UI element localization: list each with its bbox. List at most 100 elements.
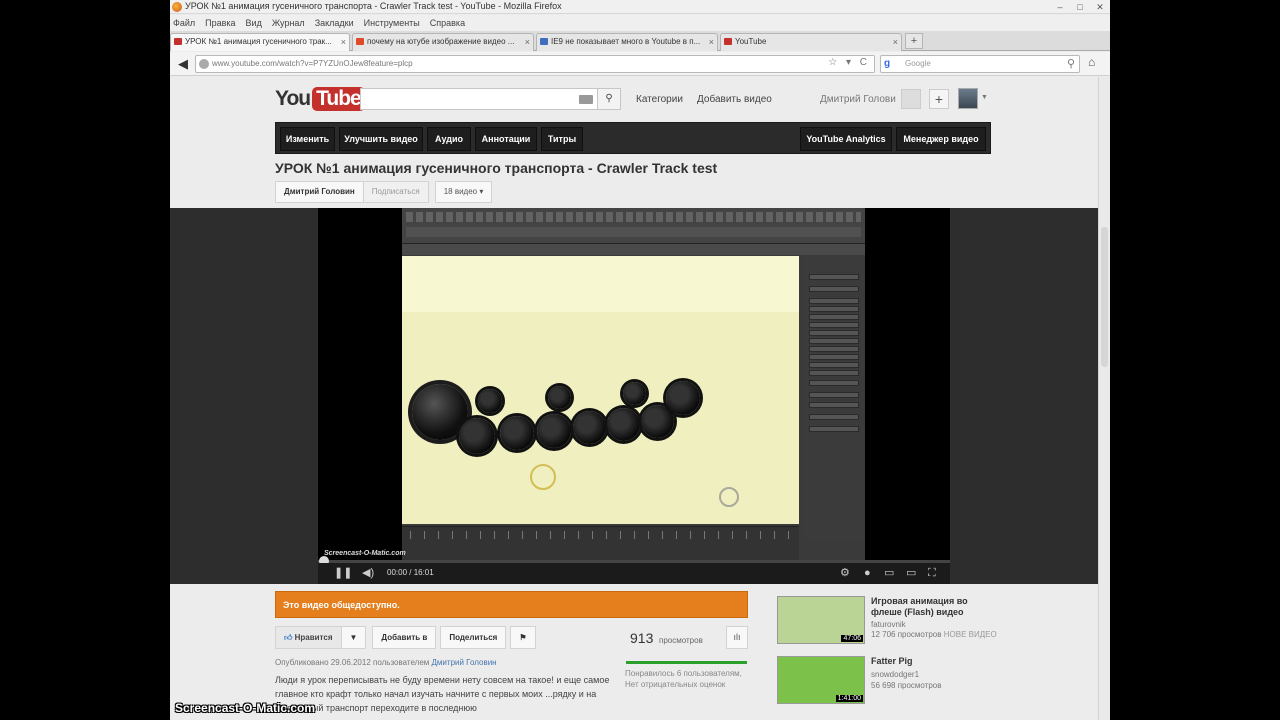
- panel-row: [809, 322, 859, 328]
- video-frame[interactable]: [402, 208, 865, 560]
- upload-video-link[interactable]: Добавить видео: [697, 94, 772, 105]
- user-name[interactable]: Дмитрий Голови: [820, 94, 896, 105]
- menu-edit[interactable]: Правка: [205, 15, 235, 31]
- menu-history[interactable]: Журнал: [272, 15, 305, 31]
- scrollbar-thumb[interactable]: [1101, 227, 1108, 367]
- volume-icon[interactable]: ◀): [362, 566, 374, 580]
- channel-name-button[interactable]: Дмитрий Головин: [275, 181, 364, 203]
- google-icon[interactable]: g: [884, 58, 890, 69]
- site-favicon-icon: [356, 38, 364, 45]
- site-identity-icon[interactable]: [199, 59, 209, 69]
- youtube-search-button[interactable]: ⚲: [597, 88, 621, 110]
- panel-row: [809, 314, 859, 320]
- youtube-search-input[interactable]: [360, 88, 598, 110]
- back-button[interactable]: ◀: [174, 55, 192, 73]
- tab-close-icon[interactable]: ×: [709, 34, 714, 50]
- stats-button[interactable]: ılı: [726, 626, 748, 649]
- small-player-icon[interactable]: ▭: [884, 566, 894, 580]
- analytics-button[interactable]: YouTube Analytics: [800, 127, 892, 151]
- menu-tools[interactable]: Инструменты: [364, 15, 420, 31]
- audio-button[interactable]: Аудио: [427, 127, 471, 151]
- related-video-item[interactable]: 1:41:00 Fatter Pig snowdodger1 56 698 пр…: [775, 656, 995, 708]
- related-thumbnail[interactable]: 47:06: [777, 596, 865, 644]
- panel-row: [809, 392, 859, 398]
- tab-label: YouTube: [735, 37, 767, 46]
- enhance-video-button[interactable]: Улучшить видео: [339, 127, 423, 151]
- categories-link[interactable]: Категории: [636, 94, 683, 105]
- track-wheel: [607, 408, 640, 441]
- video-player[interactable]: Screencast-O-Matic.com ❚❚ ◀) 00:00 / 16:…: [318, 208, 950, 584]
- address-bar[interactable]: www.youtube.com/watch?v=P7YZUnOJew8featu…: [195, 55, 875, 73]
- related-title[interactable]: Fatter Pig: [871, 656, 991, 667]
- roller-wheel: [666, 381, 700, 415]
- tab-search-question[interactable]: почему на ютубе изображение видео ... ×: [352, 33, 534, 51]
- minimize-button[interactable]: –: [1050, 0, 1070, 14]
- related-title[interactable]: Игровая анимация во флеше (Flash) видео: [871, 596, 991, 618]
- video-frame-toolbar: [402, 208, 865, 244]
- tab-close-icon[interactable]: ×: [341, 34, 346, 50]
- flag-button[interactable]: ⚑: [510, 626, 536, 649]
- add-to-button[interactable]: Добавить в: [372, 626, 437, 649]
- menu-view[interactable]: Вид: [246, 15, 262, 31]
- browser-search-field[interactable]: g Google ⚲: [880, 55, 1080, 73]
- tab-youtube[interactable]: YouTube ×: [720, 33, 902, 51]
- tab-ie9-question[interactable]: IE9 не показывает много в Youtube в п...…: [536, 33, 718, 51]
- search-icon[interactable]: ⚲: [1067, 57, 1075, 70]
- settings-icon[interactable]: ⚙: [840, 566, 850, 580]
- video-count-dropdown[interactable]: 18 видео ▾: [434, 181, 493, 203]
- video-watermark: Screencast-O-Matic.com: [324, 550, 406, 557]
- panel-row: [809, 306, 859, 312]
- tab-close-icon[interactable]: ×: [893, 34, 898, 50]
- panel-row: [809, 362, 859, 368]
- dislike-button[interactable]: ▼: [341, 626, 367, 649]
- info-icon[interactable]: ●: [864, 566, 871, 580]
- logo-tube: Tube: [312, 87, 365, 111]
- video-manager-button[interactable]: Менеджер видео: [896, 127, 986, 151]
- pause-icon[interactable]: ❚❚: [334, 566, 352, 580]
- panel-row: [809, 380, 859, 386]
- related-thumbnail[interactable]: 1:41:00: [777, 656, 865, 704]
- roller-wheel: [548, 386, 571, 409]
- tab-label: УРОК №1 анимация гусеничного трак...: [185, 37, 332, 46]
- captions-button[interactable]: Титры: [541, 127, 583, 151]
- edit-button[interactable]: Изменить: [280, 127, 335, 151]
- panel-row: [809, 330, 859, 336]
- close-window-button[interactable]: ✕: [1090, 0, 1110, 14]
- share-button[interactable]: Поделиться: [440, 626, 507, 649]
- home-icon[interactable]: ⌂: [1088, 55, 1095, 69]
- avatar[interactable]: [958, 88, 978, 109]
- add-button[interactable]: +: [929, 89, 949, 109]
- page-scrollbar[interactable]: [1098, 77, 1110, 720]
- published-info: Опубликовано 29.06.2012 пользователем Дм…: [275, 658, 497, 667]
- video-viewport: [402, 256, 799, 524]
- subscribe-button[interactable]: Подписаться: [363, 181, 429, 203]
- track-wheel: [641, 405, 674, 438]
- annotations-button[interactable]: Аннотации: [475, 127, 537, 151]
- new-tab-button[interactable]: +: [905, 33, 923, 49]
- public-status-text: Это видео общедоступно.: [283, 600, 400, 610]
- like-button[interactable]: 👍︎ Нравится: [275, 626, 342, 649]
- address-bar-icons[interactable]: ☆ ▾ C: [828, 57, 870, 68]
- tab-youtube-lesson[interactable]: УРОК №1 анимация гусеничного трак... ×: [170, 33, 350, 51]
- tab-close-icon[interactable]: ×: [525, 34, 530, 50]
- time-ruler: [410, 531, 795, 539]
- large-player-icon[interactable]: ▭: [906, 566, 916, 580]
- menu-help[interactable]: Справка: [430, 15, 465, 31]
- chevron-down-icon[interactable]: ▼: [981, 94, 988, 101]
- related-views: 56 698 просмотров: [871, 681, 942, 690]
- menu-bookmarks[interactable]: Закладки: [315, 15, 354, 31]
- viewport-header: [402, 244, 865, 255]
- time-display: 00:00 / 16:01: [387, 568, 434, 577]
- fullscreen-icon[interactable]: ⛶: [928, 566, 936, 580]
- menu-file[interactable]: Файл: [173, 15, 195, 31]
- maximize-button[interactable]: □: [1070, 0, 1090, 14]
- related-video-item[interactable]: 47:06 Игровая анимация во флеше (Flash) …: [775, 596, 997, 648]
- player-controls: ❚❚ ◀) 00:00 / 16:01 ⚙ ● ▭ ▭ ⛶: [318, 563, 950, 584]
- keyboard-icon[interactable]: [579, 95, 593, 104]
- notifications-button[interactable]: [901, 89, 921, 109]
- channel-row: Дмитрий Головин Подписаться 18 видео ▾: [275, 181, 493, 203]
- firefox-icon: [172, 2, 182, 12]
- window-controls: – □ ✕: [1050, 0, 1110, 14]
- published-user-link[interactable]: Дмитрий Головин: [432, 658, 497, 667]
- youtube-logo[interactable]: You Tube: [275, 85, 365, 113]
